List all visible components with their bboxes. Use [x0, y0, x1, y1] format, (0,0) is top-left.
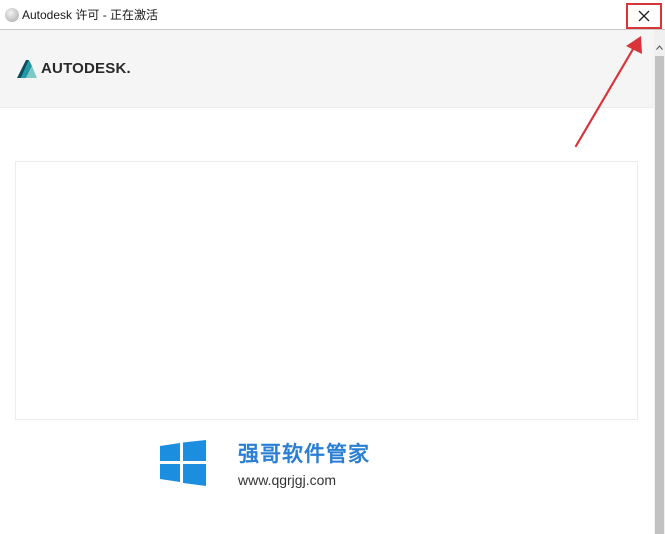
scroll-thumb[interactable] — [655, 56, 664, 534]
watermark-url: www.qgrjgj.com — [238, 472, 337, 488]
watermark-text: 强哥软件管家 www.qgrjgj.com — [238, 441, 370, 489]
window-title: Autodesk 许可 - 正在激活 — [22, 8, 159, 22]
vertical-scrollbar[interactable] — [654, 30, 665, 534]
chevron-up-icon — [656, 44, 663, 50]
autodesk-logo-icon — [17, 60, 37, 78]
header-band: AUTODESK. — [0, 30, 654, 108]
watermark-title: 强哥软件管家 — [238, 442, 370, 466]
autodesk-license-window: Autodesk 许可 - 正在激活 AUTODESK. 强哥软件管家 www.… — [0, 0, 665, 534]
windows-logo-icon — [160, 440, 206, 486]
autodesk-logo: AUTODESK. — [17, 60, 131, 78]
title-bar[interactable]: Autodesk 许可 - 正在激活 — [0, 0, 665, 30]
autodesk-logo-text: AUTODESK. — [41, 60, 131, 77]
close-button[interactable] — [626, 3, 662, 29]
content-panel — [15, 161, 638, 420]
close-icon — [638, 10, 650, 22]
watermark: 强哥软件管家 www.qgrjgj.com — [160, 440, 370, 489]
app-icon — [5, 8, 19, 22]
scroll-up-button[interactable] — [654, 40, 665, 54]
